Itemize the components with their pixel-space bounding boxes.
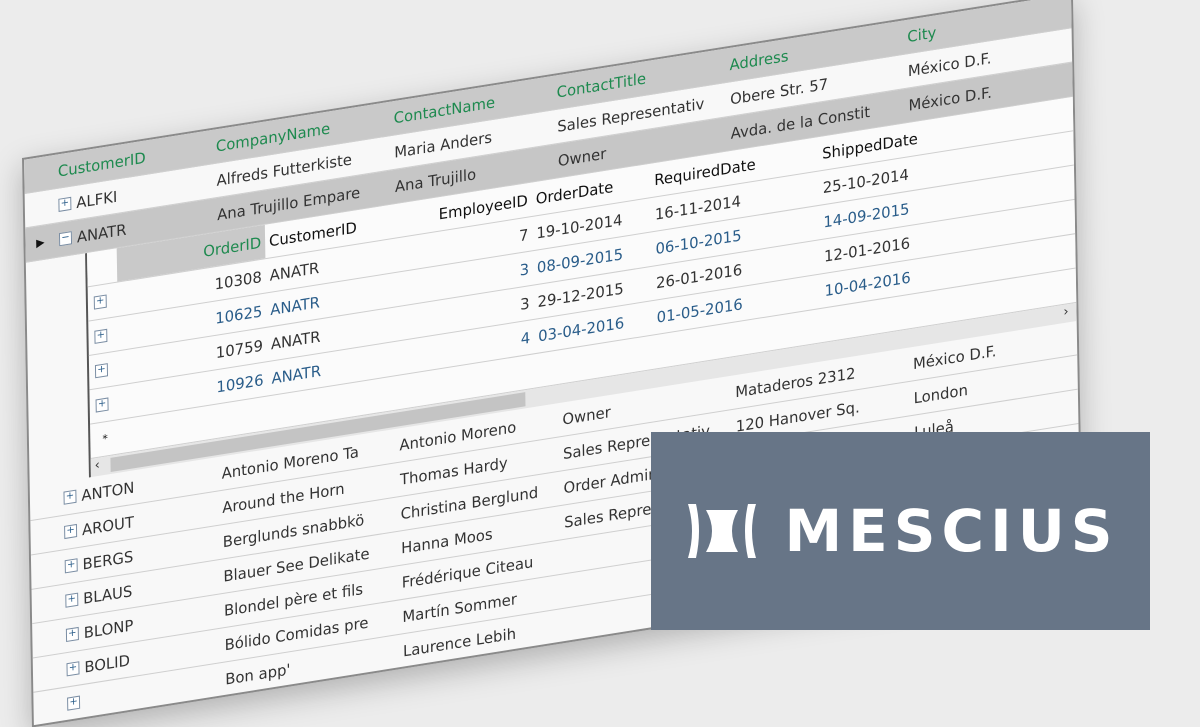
expand-toggle-icon[interactable]: +: [64, 558, 78, 574]
cell-text: Bon app': [225, 659, 291, 689]
mescius-logo: MESCIUS: [651, 432, 1150, 630]
customer-id: BERGS: [82, 546, 134, 574]
brand-name: MESCIUS: [784, 497, 1119, 565]
customer-id: ANTON: [81, 477, 135, 505]
customer-id: BLAUS: [83, 581, 133, 608]
row-header: [33, 688, 63, 726]
customer-id: AROUT: [81, 512, 135, 539]
scroll-right-icon[interactable]: ›: [1063, 304, 1068, 320]
row-header: ▶: [36, 235, 45, 250]
row-header: [32, 619, 62, 657]
row-header: [32, 585, 62, 623]
new-row-marker: *: [102, 431, 108, 446]
expand-toggle-icon[interactable]: −: [58, 231, 73, 247]
cell-text: Hanna Moos: [401, 524, 493, 558]
expand-toggle-icon[interactable]: +: [64, 523, 78, 540]
expand-toggle-icon[interactable]: +: [58, 196, 72, 212]
expand-toggle-icon[interactable]: +: [93, 294, 107, 310]
expand-toggle-icon[interactable]: +: [94, 328, 108, 344]
expand-toggle-icon[interactable]: +: [94, 363, 109, 379]
row-header: +: [88, 317, 118, 355]
customer-id: ALFKI: [76, 186, 118, 212]
row-header: [31, 551, 61, 589]
expand-toggle-icon[interactable]: +: [63, 489, 77, 505]
cell-text: Owner: [557, 143, 607, 170]
row-header: [30, 516, 60, 554]
cell-text: México D.F.: [912, 341, 997, 373]
cell-text: México D.F.: [907, 48, 992, 80]
cell-text: Owner: [562, 402, 611, 429]
cell-text: México D.F.: [908, 82, 993, 115]
mescius-logo-icon: [688, 504, 757, 558]
row-header-corner: [24, 155, 54, 193]
customer-id: BOLID: [84, 650, 131, 677]
row-header: [33, 654, 63, 692]
row-header-corner: [87, 248, 117, 286]
row-header: [30, 482, 60, 520]
row-header: +: [88, 283, 118, 321]
cell-text: London: [913, 380, 969, 408]
expand-toggle-icon[interactable]: +: [67, 695, 81, 711]
row-header: [25, 189, 55, 227]
expand-toggle-icon[interactable]: +: [95, 397, 109, 413]
row-header: +: [89, 386, 119, 424]
expand-toggle-icon[interactable]: +: [66, 661, 80, 677]
customer-id: BLONP: [83, 615, 134, 642]
expand-toggle-icon[interactable]: +: [65, 626, 79, 643]
customer-id: ANATR: [76, 219, 127, 246]
expand-toggle-icon[interactable]: +: [65, 592, 79, 608]
row-header: +: [89, 351, 119, 389]
scroll-left-icon[interactable]: ‹: [95, 458, 100, 474]
cell-text: Ana Trujillo: [394, 164, 477, 196]
